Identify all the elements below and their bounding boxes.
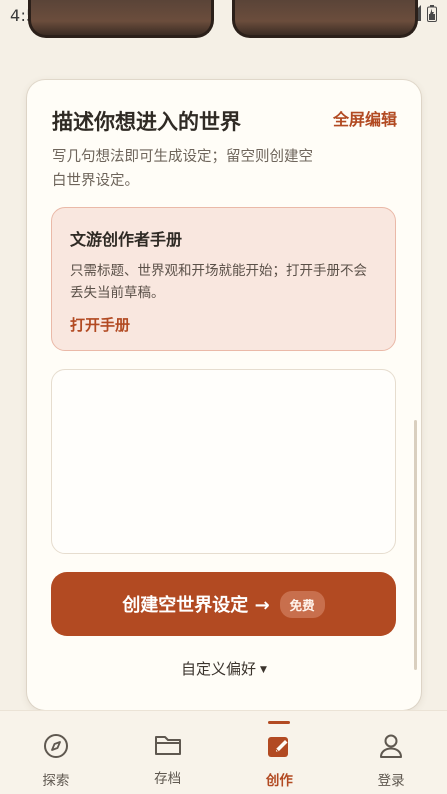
- open-handbook-link[interactable]: 打开手册: [70, 314, 130, 335]
- edit-icon: [266, 733, 292, 763]
- top-cards: [0, 0, 447, 40]
- world-description-input[interactable]: [51, 369, 396, 554]
- nav-label: 存档: [154, 771, 182, 787]
- scrollbar[interactable]: [414, 420, 417, 670]
- preferences-label: 自定义偏好: [181, 660, 257, 678]
- sheet-description: 写几句想法即可生成设定；留空则创建空白世界设定。: [52, 149, 313, 189]
- story-card-image[interactable]: [232, 0, 418, 38]
- nav-item-saves[interactable]: 存档: [112, 711, 224, 794]
- nav-item-create[interactable]: 创作: [224, 711, 336, 794]
- handbook-title: 文游创作者手册: [70, 230, 183, 249]
- custom-preferences-toggle[interactable]: 自定义偏好 ▼: [27, 658, 421, 679]
- caret-down-icon: ▼: [260, 664, 267, 675]
- handbook-text: 只需标题、世界观和开场就能开始；打开手册不会丢失当前草稿。: [70, 263, 367, 301]
- nav-label: 登录: [377, 773, 405, 789]
- create-world-label: 创建空世界设定 →: [122, 595, 270, 616]
- folder-icon: [154, 733, 182, 761]
- nav-label: 创作: [265, 773, 293, 789]
- user-icon: [378, 733, 404, 763]
- nav-label: 探索: [42, 773, 70, 789]
- story-card-image[interactable]: [28, 0, 214, 38]
- free-badge: 免费: [279, 590, 325, 618]
- create-world-sheet: 描述你想进入的世界 全屏编辑 写几句想法即可生成设定；留空则创建空白世界设定。 …: [27, 80, 421, 710]
- active-indicator: [268, 721, 291, 724]
- handbook-card: 文游创作者手册 只需标题、世界观和开场就能开始；打开手册不会丢失当前草稿。 打开…: [51, 207, 396, 351]
- fullscreen-edit-button[interactable]: 全屏编辑: [333, 106, 397, 130]
- nav-item-login[interactable]: 登录: [335, 711, 447, 794]
- create-world-button[interactable]: 创建空世界设定 → 免费: [51, 572, 396, 636]
- nav-item-explore[interactable]: 探索: [0, 711, 112, 794]
- compass-icon: [43, 733, 69, 763]
- sheet-title: 描述你想进入的世界: [52, 110, 241, 134]
- bottom-nav: 探索 存档 创作 登录: [0, 710, 447, 794]
